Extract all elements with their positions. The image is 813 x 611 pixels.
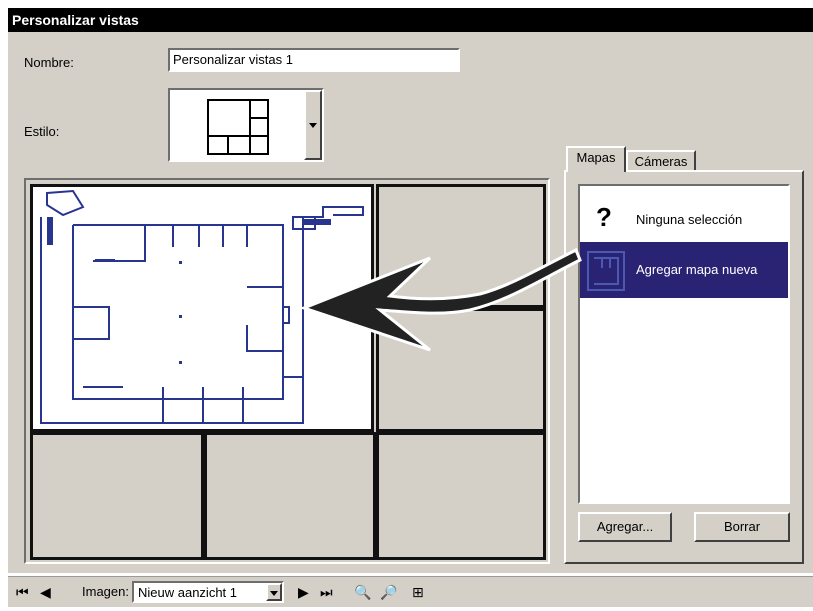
list-item-label: Ninguna selección (636, 212, 743, 227)
image-label: Imagen: (82, 584, 129, 599)
floorplan-thumbnail-icon (587, 251, 625, 291)
tab-panel-mapas: ? Ninguna selección Agregar mapa nueva A… (564, 170, 804, 564)
binoculars-icon[interactable]: 🔍 (354, 583, 371, 601)
layout-style-icon (172, 92, 306, 158)
list-item-label: Agregar mapa nueva (636, 262, 758, 277)
binoculars-next-icon[interactable]: 🔎 (380, 583, 397, 601)
last-image-icon[interactable]: ⏭ (320, 583, 333, 601)
bottom-toolbar: ⏮ ◀ Imagen: Nieuw aanzicht 1 ▶ ⏭ 🔍 🔎 ⊞ (8, 576, 813, 607)
view-cell-bottom-right[interactable] (376, 432, 546, 560)
name-input[interactable]: Personalizar vistas 1 (168, 48, 460, 72)
tab-mapas[interactable]: Mapas (566, 146, 626, 172)
name-label: Nombre: (24, 55, 74, 70)
arrow-annotation-icon (299, 247, 582, 352)
question-icon: ? (596, 202, 612, 232)
add-button[interactable]: Agregar... (578, 512, 672, 542)
image-select-value: Nieuw aanzicht 1 (138, 585, 237, 600)
chevron-down-icon (270, 591, 278, 596)
maps-list[interactable]: ? Ninguna selección Agregar mapa nueva (578, 184, 790, 504)
view-cell-bottom-left[interactable] (30, 432, 204, 560)
delete-button[interactable]: Borrar (694, 512, 790, 542)
image-select[interactable]: Nieuw aanzicht 1 (132, 581, 284, 603)
view-cell-bottom-middle[interactable] (204, 432, 376, 560)
add-page-icon[interactable]: ⊞ (412, 583, 424, 601)
next-image-icon[interactable]: ▶ (298, 583, 309, 601)
style-label: Estilo: (24, 124, 60, 139)
chevron-down-icon (309, 123, 317, 128)
previous-image-icon[interactable]: ◀ (40, 583, 51, 601)
style-picker[interactable] (168, 88, 324, 162)
view-grid (24, 178, 550, 564)
image-select-dropdown[interactable] (266, 583, 282, 601)
first-image-icon[interactable]: ⏮ (16, 583, 29, 601)
list-item[interactable]: ? Ninguna selección (580, 198, 788, 242)
tab-cameras[interactable]: Cámeras (626, 150, 696, 172)
list-item-selected[interactable]: Agregar mapa nueva (580, 242, 788, 298)
style-dropdown-button[interactable] (304, 90, 322, 160)
window-title: Personalizar vistas (8, 8, 813, 32)
